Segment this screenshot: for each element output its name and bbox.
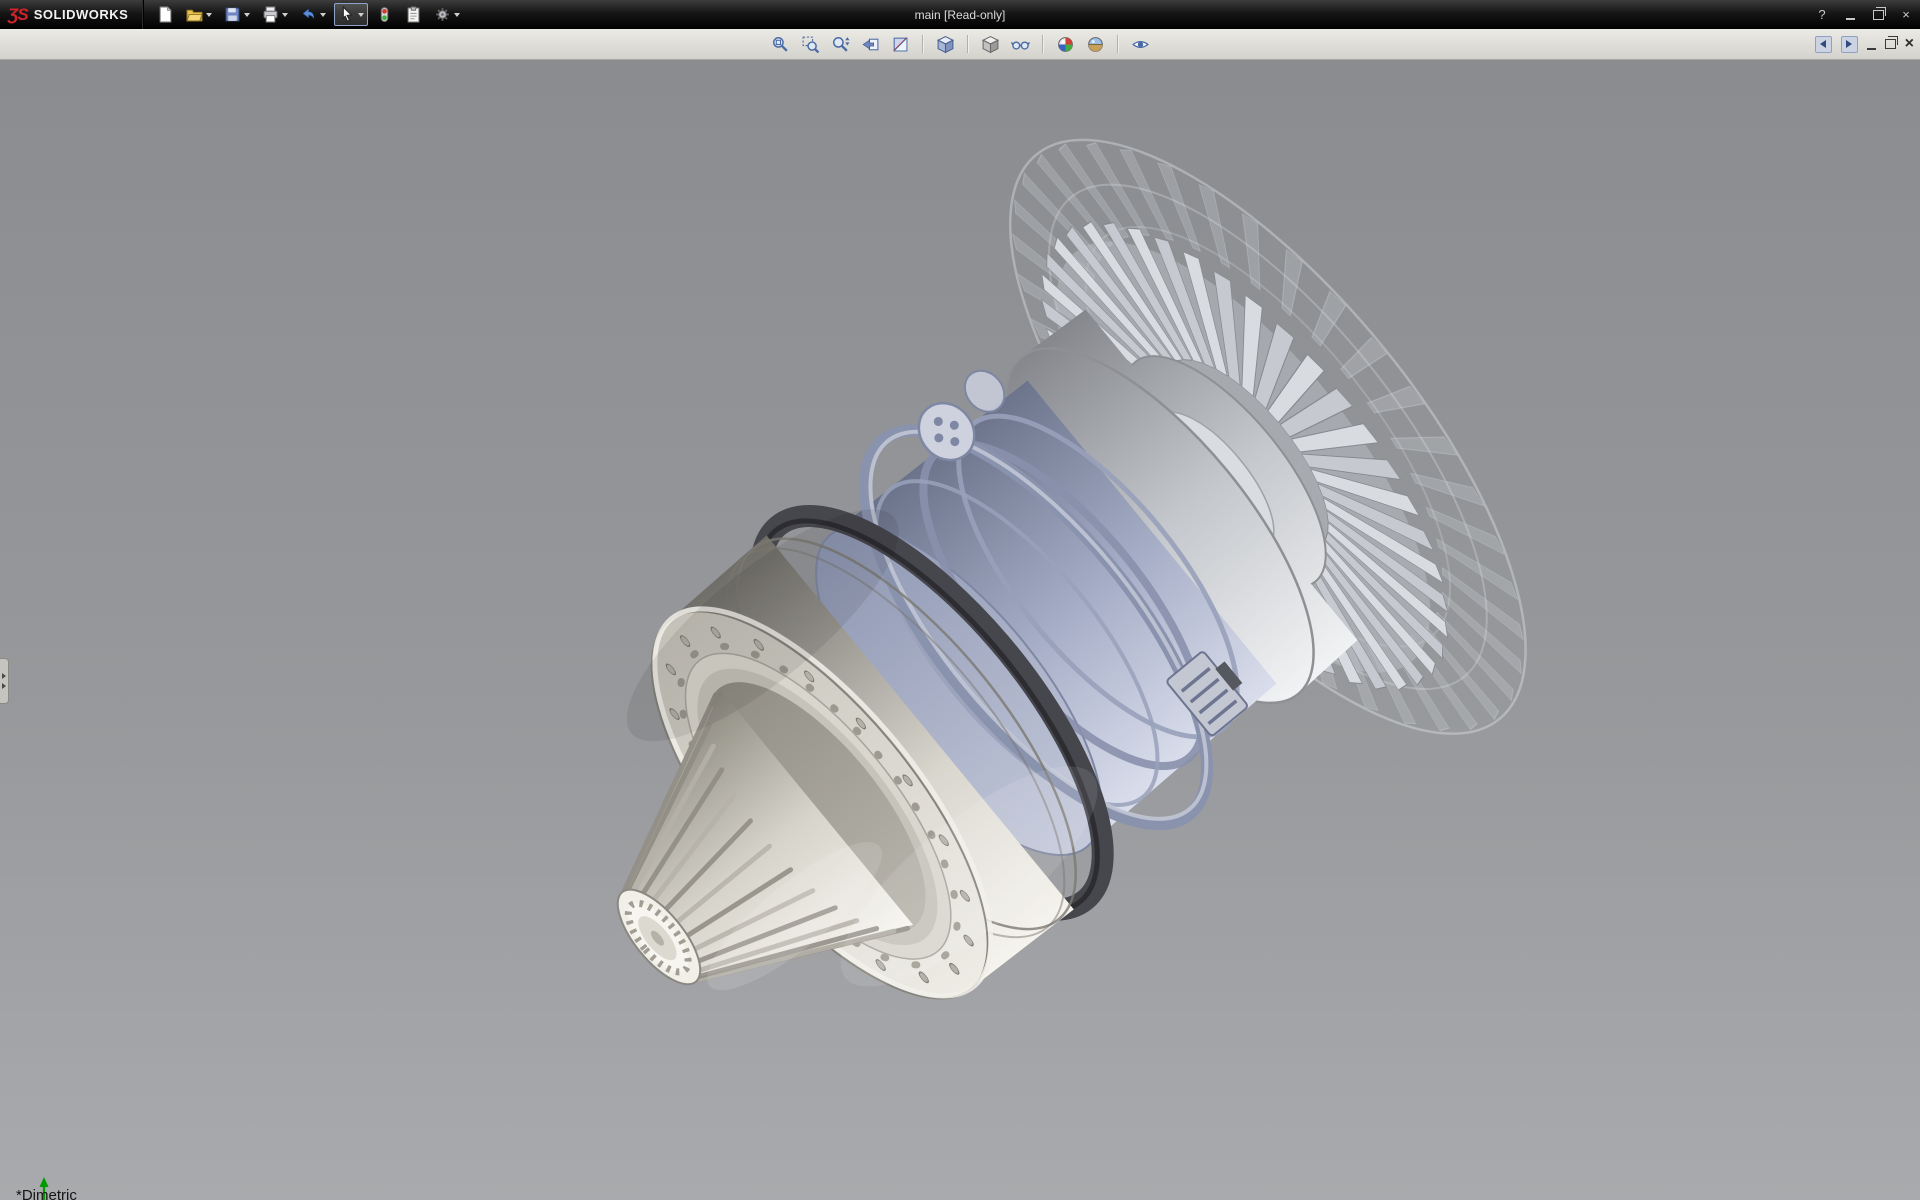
minimize-icon [1867, 48, 1876, 50]
brand-name: SOLIDWORKS [34, 7, 129, 22]
heads-up-view-toolbar: × [0, 29, 1920, 60]
help-button[interactable]: ? [1814, 7, 1830, 23]
standard-toolbar [143, 3, 464, 26]
edit-appearance-button[interactable] [1053, 32, 1077, 56]
print-button[interactable] [258, 3, 292, 26]
view-cube-icon [936, 35, 955, 54]
print-icon [262, 6, 279, 23]
open-folder-icon [186, 6, 203, 23]
eye-icon [1131, 35, 1150, 54]
new-document-button[interactable] [153, 3, 178, 26]
zoom-to-area-button[interactable] [798, 32, 822, 56]
arrow-right-icon [1846, 40, 1852, 48]
previous-view-icon [861, 35, 880, 54]
previous-view-button[interactable] [858, 32, 882, 56]
dropdown-caret-icon [282, 13, 288, 17]
doc-close-button[interactable]: × [1905, 36, 1914, 52]
save-floppy-icon [224, 6, 241, 23]
minimize-button[interactable] [1842, 7, 1858, 23]
file-properties-button[interactable] [401, 3, 426, 26]
glasses-icon [1011, 35, 1030, 54]
view-orientation-label: *Dimetric [16, 1187, 77, 1200]
appearance-ball-icon [1056, 35, 1075, 54]
display-style-cube-icon [981, 35, 1000, 54]
previous-window-button[interactable] [1815, 36, 1832, 53]
open-button[interactable] [182, 3, 216, 26]
toolbar-separator [967, 35, 968, 53]
dropdown-caret-icon [454, 13, 460, 17]
zoom-to-area-icon [801, 35, 820, 54]
clipboard-icon [405, 6, 422, 23]
toolbar-separator [1042, 35, 1043, 53]
doc-minimize-button[interactable] [1867, 39, 1876, 50]
rebuild-stoplight-button[interactable] [372, 3, 397, 26]
section-view-button[interactable] [888, 32, 912, 56]
window-title: main [Read-only] [915, 8, 1006, 22]
toolbar-separator [922, 35, 923, 53]
dropdown-caret-icon [320, 13, 326, 17]
restore-icon [1873, 10, 1884, 20]
toolbar-separator [1117, 35, 1118, 53]
apply-scene-button[interactable] [1083, 32, 1107, 56]
titlebar: ƷS SOLIDWORKS [0, 0, 1920, 29]
options-button[interactable] [430, 3, 464, 26]
arrow-left-icon [1820, 40, 1826, 48]
splitter-arrow-icon [2, 673, 6, 679]
graphics-viewport[interactable]: *Dimetric [0, 60, 1920, 1200]
new-document-icon [157, 6, 174, 23]
close-button[interactable]: × [1898, 7, 1914, 23]
hide-show-items-button[interactable] [1008, 32, 1032, 56]
view-tools [768, 32, 1152, 56]
undo-arrow-icon [300, 6, 317, 23]
section-view-icon [891, 35, 910, 54]
next-window-button[interactable] [1841, 36, 1858, 53]
display-style-button[interactable] [978, 32, 1002, 56]
select-tool-button[interactable] [334, 3, 368, 26]
gear-icon [434, 6, 451, 23]
select-cursor-icon [338, 6, 355, 23]
app-brand: ƷS SOLIDWORKS [0, 0, 143, 29]
splitter-arrow-icon [2, 683, 6, 689]
dropdown-caret-icon [206, 13, 212, 17]
restore-button[interactable] [1870, 7, 1886, 23]
restore-icon [1885, 39, 1896, 49]
app-window-controls: ? × [1814, 0, 1914, 29]
doc-restore-button[interactable] [1885, 39, 1896, 49]
document-window-controls: × [1815, 29, 1914, 59]
minimize-icon [1846, 18, 1855, 20]
view-orientation-button[interactable] [933, 32, 957, 56]
save-button[interactable] [220, 3, 254, 26]
stoplight-icon [376, 6, 393, 23]
feature-tree-splitter[interactable] [0, 658, 9, 704]
scene-ball-icon [1086, 35, 1105, 54]
zoom-to-fit-button[interactable] [768, 32, 792, 56]
dropdown-caret-icon [244, 13, 250, 17]
zoom-in-out-button[interactable] [828, 32, 852, 56]
solidworks-logo-icon: ƷS [8, 5, 28, 25]
dropdown-caret-icon [358, 13, 364, 17]
view-settings-button[interactable] [1128, 32, 1152, 56]
undo-button[interactable] [296, 3, 330, 26]
zoom-to-fit-icon [771, 35, 790, 54]
zoom-in-out-icon [831, 35, 850, 54]
jet-engine-model[interactable] [409, 62, 1613, 1200]
y-axis-arrow-icon [40, 1177, 49, 1187]
viewport-canvas[interactable] [0, 60, 1920, 1200]
